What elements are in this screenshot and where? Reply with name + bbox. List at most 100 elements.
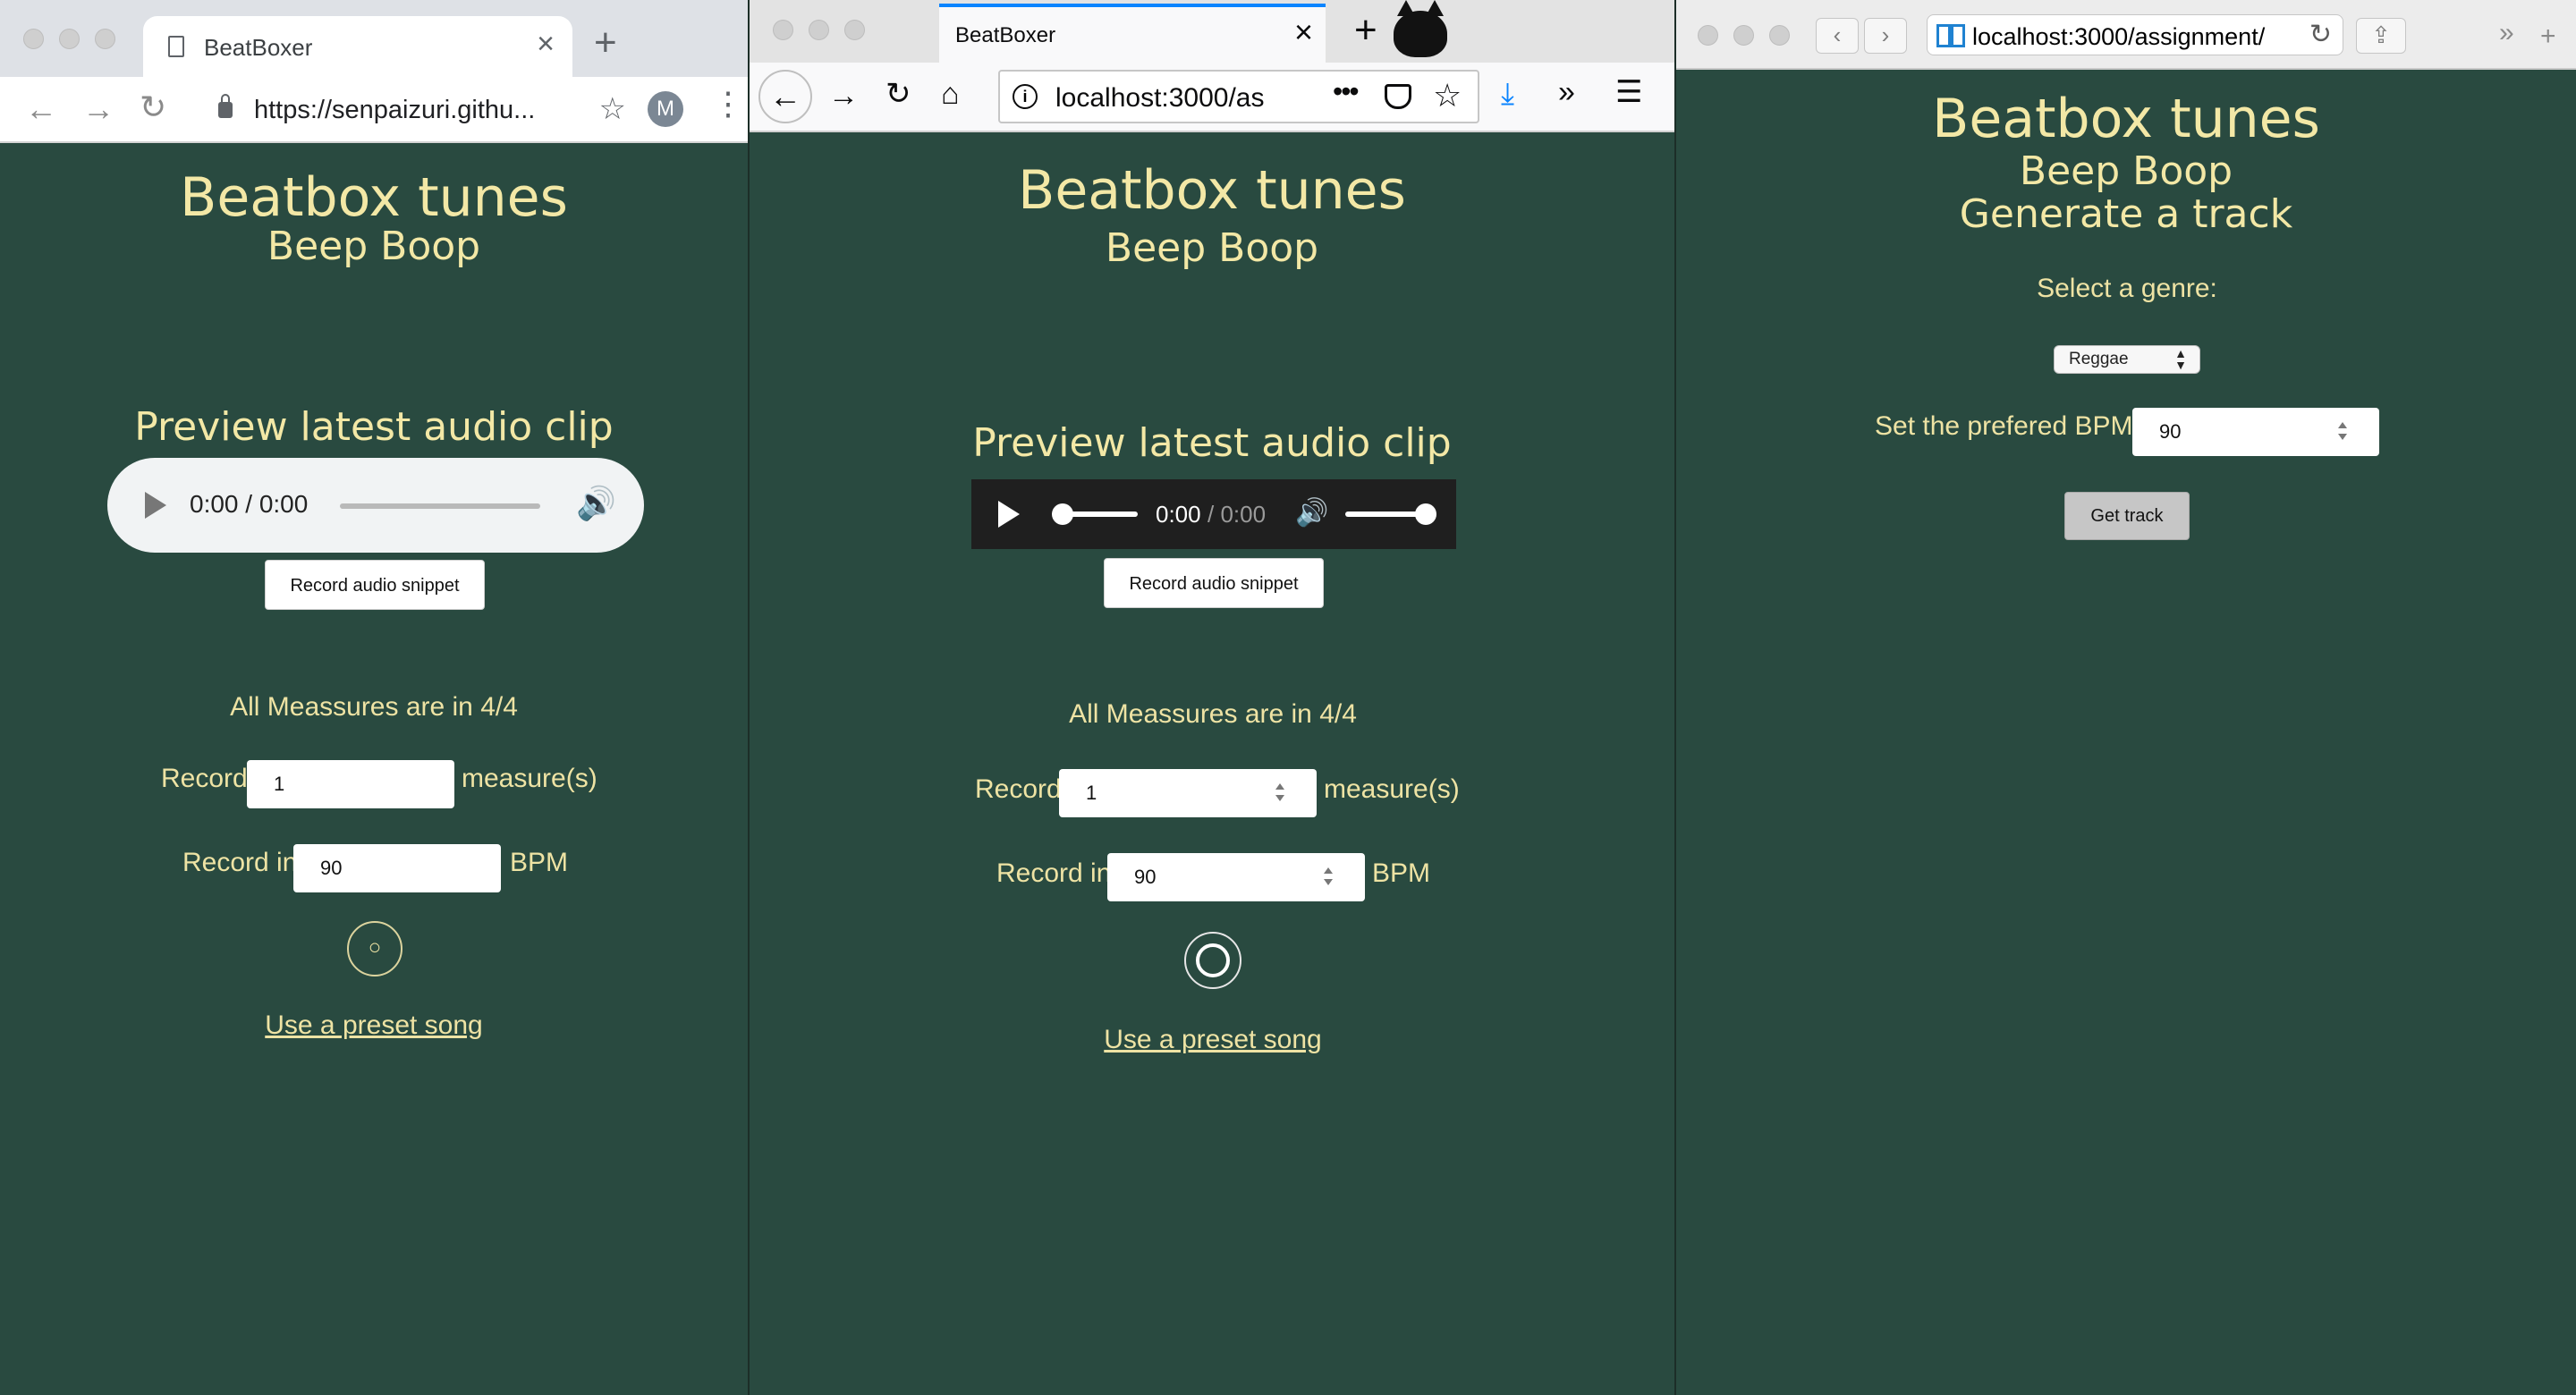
chrome-window: BeatBoxer × + ← → ↻ https://senpaizuri.g…: [0, 0, 748, 1395]
address-bar[interactable]: https://senpaizuri.githu... ☆: [199, 86, 626, 134]
window-controls[interactable]: [23, 29, 115, 49]
record-in-label: Record in: [182, 848, 298, 877]
document-icon: [168, 36, 184, 57]
window-controls[interactable]: [1698, 25, 1790, 46]
back-icon[interactable]: ←: [758, 70, 812, 123]
preview-heading: Preview latest audio clip: [972, 420, 1452, 466]
audio-progress-slider[interactable]: [340, 503, 540, 509]
new-tab-icon[interactable]: +: [1354, 11, 1377, 50]
record-circle-icon: [1196, 943, 1230, 977]
reload-icon[interactable]: ↻: [886, 79, 911, 109]
generator-page: Beatbox tunes Beep Boop Generate a track: [1676, 70, 2576, 1395]
record-button[interactable]: [1184, 932, 1241, 989]
measures-suffix: measure(s): [1324, 774, 1460, 804]
close-tab-icon[interactable]: ×: [537, 29, 555, 59]
bookmark-star-icon[interactable]: ☆: [599, 91, 626, 127]
cat-icon: [1394, 0, 1447, 57]
chrome-tab-bar: BeatBoxer × +: [0, 0, 748, 77]
page-subtitle: Beep Boop: [267, 224, 481, 269]
bpm-label: Set the prefered BPM:: [1875, 411, 2140, 441]
overflow-icon[interactable]: »: [2499, 20, 2514, 46]
genre-selected-value: Reggae: [2069, 350, 2129, 368]
page-title: Beatbox tunes: [1018, 159, 1406, 222]
record-in-label: Record in: [996, 858, 1112, 888]
preset-song-link[interactable]: Use a preset song: [0, 1010, 748, 1041]
page-title: Beatbox tunes: [1932, 88, 2320, 150]
reload-icon[interactable]: ↻: [140, 91, 166, 123]
generate-heading: Generate a track: [1959, 191, 2293, 237]
lock-icon: [218, 94, 233, 118]
bpm-input[interactable]: 90: [1107, 853, 1365, 901]
record-snippet-button[interactable]: Record audio snippet: [1104, 558, 1324, 608]
record-label: Record: [975, 774, 1062, 804]
url-text: localhost:3000/assignment/: [1972, 23, 2266, 50]
site-logo-icon: [1936, 24, 1965, 47]
volume-knob[interactable]: [1415, 503, 1436, 525]
audio-time-total: / 0:00: [1208, 501, 1267, 528]
forward-icon[interactable]: →: [828, 80, 859, 111]
forward-icon[interactable]: ›: [1864, 18, 1907, 54]
tab-title: BeatBoxer: [955, 23, 1056, 47]
bpm-input[interactable]: 90: [293, 844, 501, 892]
record-button[interactable]: ○: [347, 921, 402, 976]
measures-input[interactable]: 1: [1059, 769, 1317, 817]
pocket-icon[interactable]: [1385, 84, 1411, 109]
preset-song-link[interactable]: Use a preset song: [750, 1025, 1674, 1055]
measures-suffix: measure(s): [462, 764, 597, 793]
firefox-tab-bar: BeatBoxer × +: [750, 0, 1674, 63]
page-subtitle: Beep Boop: [1105, 225, 1319, 271]
window-controls[interactable]: [773, 20, 865, 40]
seek-knob[interactable]: [1052, 503, 1073, 525]
select-arrows-icon: ▲ ▼: [2174, 346, 2187, 372]
back-icon[interactable]: ‹: [1816, 18, 1859, 54]
volume-icon[interactable]: 🔊: [576, 485, 616, 522]
measures-note: All Meassures are in 4/4: [1069, 699, 1357, 729]
safari-window: ‹ › localhost:3000/assignment/ ↻ ⇪ » + B…: [1674, 0, 2576, 1395]
audio-player[interactable]: 0:00 / 0:00 🔊: [971, 479, 1456, 549]
menu-icon[interactable]: ⋮: [712, 88, 744, 120]
volume-icon[interactable]: 🔊: [1295, 497, 1328, 528]
address-bar[interactable]: localhost:3000/assignment/ ↻: [1927, 14, 2343, 55]
stepper-icon[interactable]: [1324, 866, 1333, 887]
close-tab-icon[interactable]: ×: [1294, 16, 1313, 48]
tab-title: BeatBoxer: [204, 34, 313, 61]
avatar[interactable]: M: [648, 91, 683, 127]
browser-tab[interactable]: BeatBoxer ×: [939, 4, 1326, 63]
browser-tab[interactable]: BeatBoxer ×: [143, 16, 572, 77]
bpm-input[interactable]: 90: [2132, 408, 2379, 456]
page-actions-icon[interactable]: •••: [1333, 75, 1360, 108]
share-icon[interactable]: ⇪: [2356, 18, 2406, 54]
chrome-toolbar: ← → ↻ https://senpaizuri.githu... ☆ M ⋮: [0, 77, 748, 143]
stepper-icon[interactable]: [1275, 782, 1284, 803]
overflow-icon[interactable]: »: [1558, 77, 1575, 107]
measures-input[interactable]: 1: [247, 760, 454, 808]
measures-note: All Meassures are in 4/4: [230, 692, 518, 722]
back-icon[interactable]: ←: [25, 93, 57, 125]
forward-icon[interactable]: →: [82, 93, 114, 125]
download-icon[interactable]: ⤓: [1501, 79, 1514, 109]
new-tab-icon[interactable]: +: [2540, 23, 2556, 50]
audio-player[interactable]: 0:00 / 0:00 🔊: [107, 458, 644, 553]
record-label: Record: [161, 764, 248, 793]
record-snippet-button[interactable]: Record audio snippet: [265, 560, 485, 610]
home-icon[interactable]: ⌂: [941, 79, 960, 109]
page-title: Beatbox tunes: [180, 166, 568, 229]
address-bar[interactable]: i localhost:3000/as ••• ☆: [998, 70, 1479, 123]
safari-toolbar: ‹ › localhost:3000/assignment/ ↻ ⇪ » +: [1676, 0, 2576, 70]
site-info-icon[interactable]: i: [1013, 84, 1038, 109]
stepper-icon[interactable]: [2338, 420, 2347, 442]
get-track-button[interactable]: Get track: [2064, 492, 2190, 540]
new-tab-icon[interactable]: +: [594, 23, 617, 63]
audio-time-current: 0:00: [1156, 501, 1201, 528]
bpm-suffix: BPM: [1372, 858, 1431, 888]
recorder-page: Beatbox tunes Beep Boop Preview latest a…: [750, 132, 1674, 1395]
genre-select[interactable]: Reggae ▲ ▼: [2054, 345, 2200, 374]
preview-heading: Preview latest audio clip: [134, 404, 614, 450]
play-icon[interactable]: [145, 492, 166, 519]
audio-time: 0:00 / 0:00: [190, 490, 309, 518]
bookmark-star-icon[interactable]: ☆: [1433, 77, 1462, 114]
hamburger-menu-icon[interactable]: ☰: [1615, 77, 1642, 107]
reload-icon[interactable]: ↻: [2309, 19, 2332, 50]
play-icon[interactable]: [998, 501, 1020, 528]
url-text: https://senpaizuri.githu...: [254, 96, 536, 124]
